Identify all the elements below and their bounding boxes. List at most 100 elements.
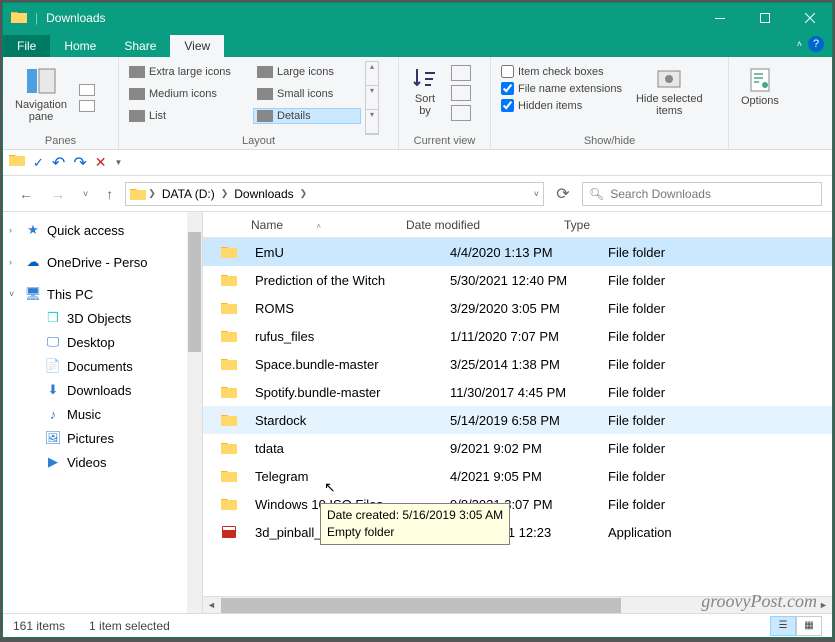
scroll-right-icon[interactable]: ►: [815, 597, 832, 613]
exe-icon: [221, 525, 239, 539]
titlebar: | Downloads: [3, 3, 832, 33]
add-columns-button[interactable]: [451, 85, 471, 101]
forward-button[interactable]: →: [45, 182, 71, 206]
sidebar-documents[interactable]: 📄Documents: [3, 354, 202, 378]
breadcrumb-folder-icon: [130, 187, 146, 201]
view-thumbnails-button[interactable]: ▦: [796, 616, 822, 636]
folder-icon: [221, 441, 239, 455]
table-row[interactable]: Stardock5/14/2019 6:58 PMFile folder: [203, 406, 832, 434]
column-type[interactable]: Type: [556, 218, 676, 232]
chevron-right-icon[interactable]: ❯: [148, 188, 156, 199]
qat-check-icon[interactable]: ✓: [33, 155, 44, 171]
table-row[interactable]: EmU4/4/2020 1:13 PMFile folder: [203, 238, 832, 266]
column-name[interactable]: Name ˄: [203, 218, 398, 232]
search-input[interactable]: 🔍︎ Search Downloads: [582, 182, 822, 206]
folder-icon: [221, 329, 239, 343]
table-row[interactable]: Windows 10 ISO Files9/8/2021 3:07 PMFile…: [203, 490, 832, 518]
view-details-button[interactable]: ☰: [770, 616, 796, 636]
sidebar-scrollbar[interactable]: [187, 212, 202, 613]
sort-by-button[interactable]: Sort by: [405, 61, 445, 135]
file-name: ROMS: [247, 301, 442, 316]
layout-extra-large[interactable]: Extra large icons: [125, 64, 251, 80]
group-by-button[interactable]: [451, 65, 471, 81]
table-row[interactable]: 3d_pinball_for_windows_space_cadet.exe10…: [203, 518, 832, 546]
folder-icon: [221, 357, 239, 371]
qat-dropdown-icon[interactable]: ▼: [114, 158, 122, 167]
file-type: File folder: [600, 245, 720, 260]
minimize-button[interactable]: [697, 3, 742, 33]
sidebar-this-pc[interactable]: ˅🖥This PC: [3, 282, 202, 306]
close-button[interactable]: [787, 3, 832, 33]
folder-icon: [221, 413, 239, 427]
ribbon-collapse-icon[interactable]: ˄: [797, 39, 802, 49]
sidebar-videos[interactable]: ▶Videos: [3, 450, 202, 474]
expand-icon[interactable]: ›: [9, 225, 12, 235]
chevron-right-icon[interactable]: ❯: [300, 188, 308, 199]
breadcrumb-folder[interactable]: Downloads: [230, 187, 297, 201]
navigation-pane: ›★Quick access ›☁OneDrive - Perso ˅🖥This…: [3, 212, 203, 613]
sidebar-desktop[interactable]: 🖵Desktop: [3, 330, 202, 354]
star-icon: ★: [25, 222, 41, 238]
file-name: Telegram: [247, 469, 442, 484]
pc-icon: 🖥: [25, 286, 41, 302]
expand-icon[interactable]: ›: [9, 257, 12, 267]
navigation-pane-button[interactable]: Navigation pane: [9, 61, 73, 135]
music-icon: ♪: [45, 406, 61, 422]
sidebar-3d-objects[interactable]: ❒3D Objects: [3, 306, 202, 330]
item-check-boxes[interactable]: Item check boxes: [501, 65, 622, 78]
scroll-left-icon[interactable]: ◄: [203, 597, 220, 613]
column-date[interactable]: Date modified: [398, 218, 556, 232]
breadcrumb[interactable]: ❯ DATA (D:) ❯ Downloads ❯ ˅: [125, 182, 544, 206]
options-button[interactable]: Options: [735, 61, 785, 147]
qat-delete-icon[interactable]: ✕: [95, 154, 107, 171]
chevron-right-icon[interactable]: ❯: [221, 188, 229, 199]
file-name-extensions[interactable]: File name extensions: [501, 82, 622, 95]
size-columns-button[interactable]: [451, 105, 471, 121]
tab-view[interactable]: View: [170, 35, 224, 57]
back-button[interactable]: ←: [13, 182, 39, 206]
status-selected: 1 item selected: [89, 619, 170, 633]
sidebar-pictures[interactable]: 🖼Pictures: [3, 426, 202, 450]
table-row[interactable]: Prediction of the Witch5/30/2021 12:40 P…: [203, 266, 832, 294]
file-date: 9/2021 9:02 PM: [442, 441, 600, 456]
table-row[interactable]: rufus_files1/11/2020 7:07 PMFile folder: [203, 322, 832, 350]
layout-small[interactable]: Small icons: [253, 86, 361, 102]
table-row[interactable]: tdata9/2021 9:02 PMFile folder: [203, 434, 832, 462]
collapse-icon[interactable]: ˅: [9, 289, 14, 299]
tab-file[interactable]: File: [3, 35, 50, 57]
sidebar-downloads[interactable]: ⬇Downloads: [3, 378, 202, 402]
qat-undo-icon[interactable]: ↶: [52, 153, 65, 173]
sidebar-music[interactable]: ♪Music: [3, 402, 202, 426]
breadcrumb-root[interactable]: DATA (D:): [158, 187, 219, 201]
breadcrumb-dropdown-icon[interactable]: ˅: [534, 189, 539, 199]
table-row[interactable]: Telegram4/2021 9:05 PMFile folder: [203, 462, 832, 490]
layout-medium[interactable]: Medium icons: [125, 86, 251, 102]
tab-home[interactable]: Home: [50, 35, 110, 57]
hide-selected-button[interactable]: Hide selected items: [630, 61, 709, 135]
up-button[interactable]: ↑: [100, 182, 119, 206]
sidebar-onedrive[interactable]: ›☁OneDrive - Perso: [3, 250, 202, 274]
layout-scroll[interactable]: ▴▾▾: [365, 61, 379, 135]
recent-dropdown-icon[interactable]: ˅: [77, 185, 94, 203]
details-pane-button[interactable]: [79, 100, 95, 112]
help-icon[interactable]: ?: [808, 36, 824, 52]
layout-group-label: Layout: [125, 135, 392, 147]
file-type: File folder: [600, 385, 720, 400]
hidden-items[interactable]: Hidden items: [501, 99, 622, 112]
table-row[interactable]: ROMS3/29/2020 3:05 PMFile folder: [203, 294, 832, 322]
sidebar-quick-access[interactable]: ›★Quick access: [3, 218, 202, 242]
download-icon: ⬇: [45, 382, 61, 398]
tooltip-line1: Date created: 5/16/2019 3:05 AM: [327, 507, 503, 524]
qat-redo-icon[interactable]: ↷: [73, 153, 86, 173]
layout-list[interactable]: List: [125, 108, 251, 124]
preview-pane-button[interactable]: [79, 84, 95, 96]
tab-share[interactable]: Share: [110, 35, 170, 57]
qat-folder-icon[interactable]: [9, 153, 25, 172]
picture-icon: 🖼: [45, 430, 61, 446]
layout-large[interactable]: Large icons: [253, 64, 361, 80]
layout-details[interactable]: Details: [253, 108, 361, 124]
table-row[interactable]: Spotify.bundle-master11/30/2017 4:45 PMF…: [203, 378, 832, 406]
table-row[interactable]: Space.bundle-master3/25/2014 1:38 PMFile…: [203, 350, 832, 378]
refresh-button[interactable]: ⟳: [550, 182, 576, 206]
maximize-button[interactable]: [742, 3, 787, 33]
